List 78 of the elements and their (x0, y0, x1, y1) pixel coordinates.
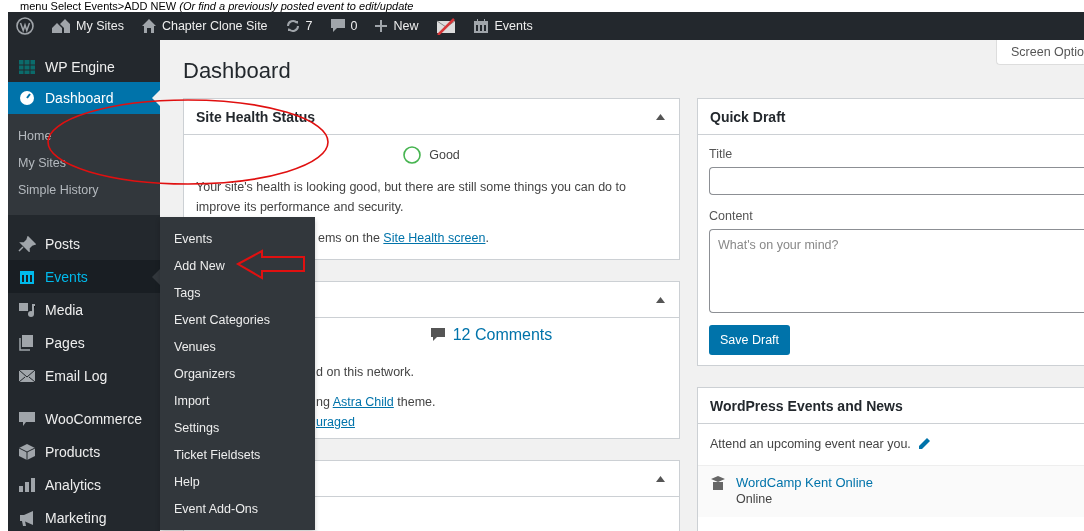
overview-text: d on this network. (316, 364, 414, 381)
refresh-icon (285, 19, 300, 33)
flyout-item[interactable]: Ticket Fieldsets (160, 441, 315, 468)
bar-chart-icon (18, 476, 36, 493)
comment-icon (330, 19, 345, 33)
submenu-item[interactable]: My Sites (8, 149, 160, 176)
event-location: Online (736, 491, 774, 508)
health-description: Your site's health is looking good, but there are still some things you can do to improve its performance and security. (196, 179, 627, 216)
wordpress-logo-icon[interactable] (16, 17, 34, 35)
collapse-icon[interactable] (656, 475, 665, 482)
health-link-text: ems on the Site Health screen. (318, 230, 489, 247)
events-intro: Attend an upcoming event near you. (710, 436, 911, 453)
event-link[interactable]: WordCamp Kent Online (736, 475, 874, 490)
sidebar-item[interactable]: Products (8, 435, 160, 468)
meetup-icon (710, 475, 726, 491)
collapse-icon[interactable] (656, 296, 665, 303)
flyout-item[interactable]: Help (160, 468, 315, 495)
annotation-arrow (235, 249, 305, 280)
sidebar-item[interactable]: Posts (8, 227, 160, 260)
flyout-item[interactable]: Event Categories (160, 306, 315, 333)
comments-link[interactable]: 12 Comments (452, 326, 553, 344)
admin-bar-item[interactable]: Events (474, 19, 533, 33)
pages-icon (18, 334, 36, 351)
text-link[interactable]: uraged (316, 415, 355, 429)
admin-bar-item[interactable]: My Sites (52, 19, 124, 33)
sidebar-item[interactable]: WooCommerce (8, 402, 160, 435)
flyout-item[interactable]: Organizers (160, 360, 315, 387)
screen-options-tab[interactable]: Screen Optio (996, 40, 1084, 65)
panel-title: Quick Draft (710, 108, 786, 125)
crossed-mail-icon[interactable] (436, 17, 457, 35)
grid-icon (18, 59, 36, 75)
home-icon (141, 19, 156, 33)
text-link[interactable]: Astra Child (332, 395, 394, 409)
caption-text: menu Select Events>ADD NEW (Or find a previously posted event to edit/update (19, 0, 415, 12)
content-field[interactable]: What's on your mind? (709, 229, 1084, 313)
box-icon (18, 443, 36, 460)
bubble-icon (18, 410, 36, 427)
flyout-item[interactable]: Tags (160, 279, 315, 306)
pin-icon (18, 235, 36, 252)
comment-icon (430, 328, 445, 342)
megaphone-icon (18, 509, 36, 526)
sidebar-item[interactable]: Dashboard (8, 82, 160, 114)
calendar-icon (474, 19, 489, 33)
calendar-icon (18, 268, 36, 285)
submenu-item[interactable]: Simple History (8, 176, 160, 203)
title-input[interactable] (709, 167, 1084, 195)
overview-text: ng Astra Child theme. (316, 394, 436, 411)
flyout-item[interactable]: Settings (160, 414, 315, 441)
flyout-item[interactable]: Events (160, 225, 315, 252)
sidebar-item[interactable]: Analytics (8, 468, 160, 501)
sidebar-item[interactable]: Events (8, 260, 160, 293)
field-label: Content (709, 209, 754, 223)
collapse-icon[interactable] (656, 113, 665, 120)
status-text: Good (429, 147, 460, 164)
admin-bar-item[interactable]: 0 (330, 19, 358, 33)
page-title: Dashboard (183, 57, 291, 84)
field-label: Title (709, 147, 734, 161)
gauge-icon (18, 90, 36, 106)
flyout-item[interactable]: Event Add-Ons (160, 495, 315, 522)
flyout-item[interactable]: Import (160, 387, 315, 414)
flyout-item[interactable]: Add New (160, 252, 315, 279)
status-ring-icon (403, 146, 422, 164)
save-draft-button[interactable]: Save Draft (709, 325, 791, 355)
admin-bar-item[interactable]: Chapter Clone Site (141, 19, 268, 33)
panel-title: WordPress Events and News (710, 397, 903, 414)
sidebar-item[interactable]: Marketing (8, 501, 160, 531)
plus-icon (375, 20, 388, 32)
houses-icon (52, 19, 70, 33)
flyout-item[interactable]: Venues (160, 333, 315, 360)
media-icon (18, 301, 36, 318)
envelope-icon (18, 367, 36, 384)
pencil-icon[interactable] (916, 437, 931, 451)
sidebar-item[interactable]: Email Log (8, 359, 160, 392)
sidebar-item[interactable]: Pages (8, 326, 160, 359)
sidebar-item[interactable]: Media (8, 293, 160, 326)
sidebar-item[interactable]: WP Engine (8, 52, 160, 82)
admin-bar-item[interactable]: 7 (285, 19, 313, 33)
admin-bar-item[interactable]: New (375, 19, 419, 33)
